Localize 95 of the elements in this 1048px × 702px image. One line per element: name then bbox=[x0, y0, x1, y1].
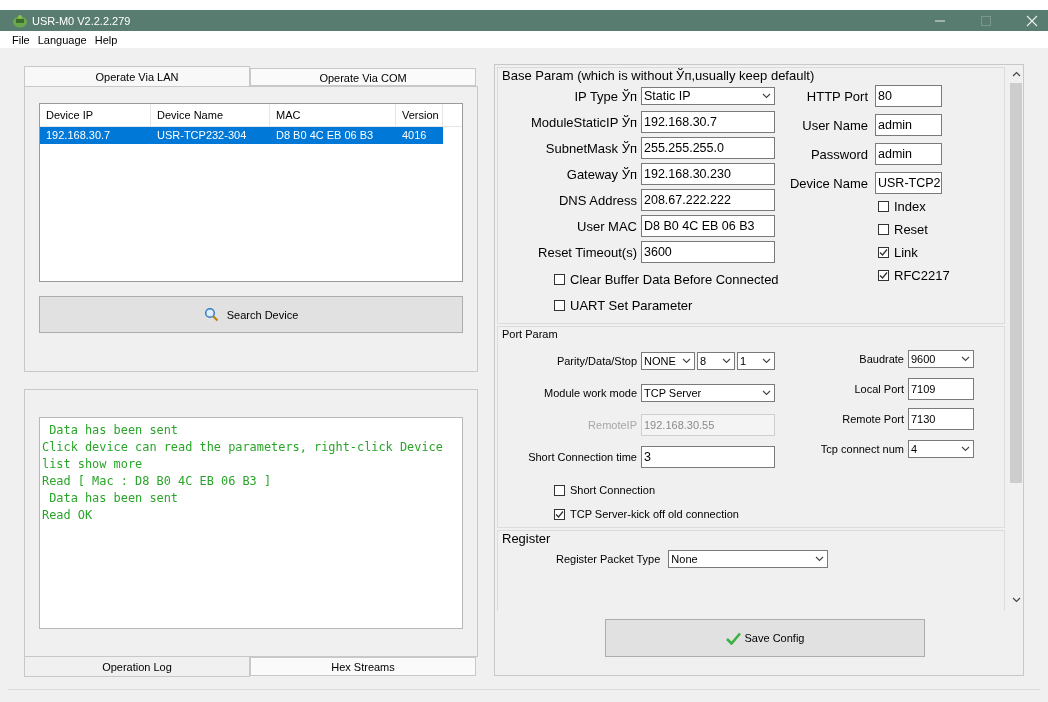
text-field[interactable]: 3 bbox=[641, 446, 775, 468]
field-label: Tcp connect num bbox=[819, 443, 904, 455]
log-line: Read OK bbox=[42, 507, 94, 524]
dropdown-caret-icon bbox=[815, 556, 825, 562]
text-field[interactable]: 7109 bbox=[908, 378, 974, 400]
checkbox[interactable] bbox=[554, 299, 565, 311]
dropdown[interactable]: 8 bbox=[697, 352, 735, 370]
text-field[interactable]: 7130 bbox=[908, 408, 974, 430]
checkbox[interactable] bbox=[878, 224, 889, 235]
field-label: HTTP Port bbox=[805, 88, 868, 104]
checkbox[interactable] bbox=[878, 201, 889, 212]
checkbox-label: Link bbox=[894, 245, 918, 260]
text-field[interactable]: 192.168.30.230 bbox=[641, 163, 775, 185]
dropdown-caret-icon bbox=[682, 358, 691, 364]
field-label: Baudrate bbox=[858, 353, 904, 365]
checkbox[interactable] bbox=[878, 270, 889, 281]
search-icon bbox=[203, 307, 219, 322]
field-label: Password bbox=[809, 146, 868, 162]
field-label: User Name bbox=[801, 117, 868, 133]
close-icon[interactable] bbox=[1026, 14, 1038, 27]
dropdown[interactable]: None bbox=[668, 550, 829, 568]
field-label: Module work mode bbox=[543, 387, 637, 399]
checkbox[interactable] bbox=[554, 508, 565, 520]
checkbox[interactable] bbox=[554, 484, 565, 496]
column-header[interactable]: Version bbox=[396, 104, 443, 126]
scroll-up-icon[interactable] bbox=[1011, 71, 1021, 77]
text-field[interactable]: admin bbox=[875, 143, 942, 165]
search-device-button[interactable]: Search Device bbox=[39, 296, 463, 333]
scroll-down-icon[interactable] bbox=[1011, 597, 1021, 603]
checkbox-label: Reset bbox=[894, 222, 928, 237]
menu-item[interactable]: Language bbox=[37, 33, 87, 46]
app-icon bbox=[12, 13, 28, 28]
checkbox-label: UART Set Parameter bbox=[570, 297, 693, 313]
dropdown[interactable]: 1 bbox=[737, 352, 775, 370]
text-field[interactable]: 3600 bbox=[641, 241, 775, 263]
field-label: Register Packet Type bbox=[556, 553, 661, 565]
checkbox-label: Clear Buffer Data Before Connected bbox=[570, 271, 779, 287]
dropdown-caret-icon bbox=[961, 446, 970, 452]
device-row[interactable]: 192.168.30.7 USR-TCP232-304 D8 B0 4C EB 06 B3 4016 bbox=[40, 127, 443, 144]
checkbox-label: Short Connection bbox=[570, 484, 655, 496]
field-label: DNS Address bbox=[557, 192, 637, 208]
field-label: Local Port bbox=[853, 383, 904, 395]
log-line: Click device can read the parameters, right-click Device list show more bbox=[42, 439, 444, 473]
log-line: Data has been sent bbox=[48, 422, 180, 439]
text-field[interactable]: admin bbox=[875, 114, 942, 136]
menu-item[interactable]: Help bbox=[94, 33, 118, 46]
text-field[interactable]: USR-TCP2 bbox=[875, 172, 942, 194]
dropdown[interactable]: Static IP bbox=[641, 87, 775, 105]
field-label: User MAC bbox=[576, 218, 637, 234]
checkbox[interactable] bbox=[554, 273, 565, 285]
dropdown-caret-icon bbox=[762, 93, 771, 99]
column-header[interactable]: Device IP bbox=[40, 104, 151, 126]
field-label: Remote Port bbox=[841, 413, 904, 425]
tab[interactable]: Operate Via COM bbox=[250, 68, 476, 86]
text-field[interactable]: D8 B0 4C EB 06 B3 bbox=[641, 215, 775, 237]
dropdown-caret-icon bbox=[961, 356, 970, 362]
window-title: USR-M0 V2.2.2.279 bbox=[32, 14, 131, 27]
log-line: Data has been sent bbox=[48, 490, 180, 507]
checkbox-label: Index bbox=[894, 199, 926, 214]
tab[interactable]: Operate Via LAN bbox=[24, 66, 250, 86]
tab[interactable]: Hex Streams bbox=[250, 657, 476, 676]
column-header[interactable]: MAC bbox=[270, 104, 396, 126]
field-label: ModuleStaticIP Ўп bbox=[529, 114, 637, 130]
field-label: Short Connection time bbox=[527, 451, 637, 463]
field-label: Gateway Ўп bbox=[565, 166, 637, 182]
field-label: Reset Timeout(s) bbox=[537, 244, 637, 260]
checkmark-icon bbox=[725, 631, 741, 645]
dropdown-caret-icon bbox=[762, 358, 771, 364]
scrollbar-thumb[interactable] bbox=[1010, 83, 1022, 483]
dropdown[interactable]: NONE bbox=[641, 352, 695, 370]
dropdown[interactable]: 4 bbox=[908, 440, 974, 458]
column-header[interactable]: Device Name bbox=[151, 104, 270, 126]
field-label: RemoteIP bbox=[587, 419, 637, 431]
text-field[interactable]: 208.67.222.222 bbox=[641, 189, 775, 211]
field-label: Parity/Data/Stop bbox=[555, 355, 637, 367]
menu-item[interactable]: File bbox=[12, 33, 30, 46]
group-title: Register bbox=[501, 531, 552, 546]
text-field[interactable]: 255.255.255.0 bbox=[641, 137, 775, 159]
dropdown[interactable]: 9600 bbox=[908, 350, 974, 368]
dropdown-caret-icon bbox=[722, 358, 731, 364]
log-line: Read [ Mac : D8 B0 4C EB 06 B3 ] bbox=[42, 473, 273, 490]
dropdown[interactable]: TCP Server bbox=[641, 384, 775, 402]
save-config-button[interactable]: Save Config bbox=[605, 619, 925, 657]
group-title: Port Param bbox=[501, 327, 559, 342]
field-label: IP Type Ўп bbox=[573, 88, 637, 104]
checkbox[interactable] bbox=[878, 247, 889, 258]
group-title: Base Param (which is without Ўп,usually keep default) bbox=[501, 68, 816, 83]
field-label: Device Name bbox=[788, 175, 868, 191]
checkbox-label: RFC2217 bbox=[894, 268, 950, 283]
field-label: SubnetMask Ўп bbox=[544, 140, 637, 156]
dropdown-caret-icon bbox=[762, 390, 771, 396]
text-field[interactable]: 80 bbox=[875, 85, 942, 107]
tab[interactable]: Operation Log bbox=[24, 657, 250, 677]
text-field[interactable]: 192.168.30.7 bbox=[641, 111, 775, 133]
checkbox-label: TCP Server-kick off old connection bbox=[570, 508, 739, 520]
